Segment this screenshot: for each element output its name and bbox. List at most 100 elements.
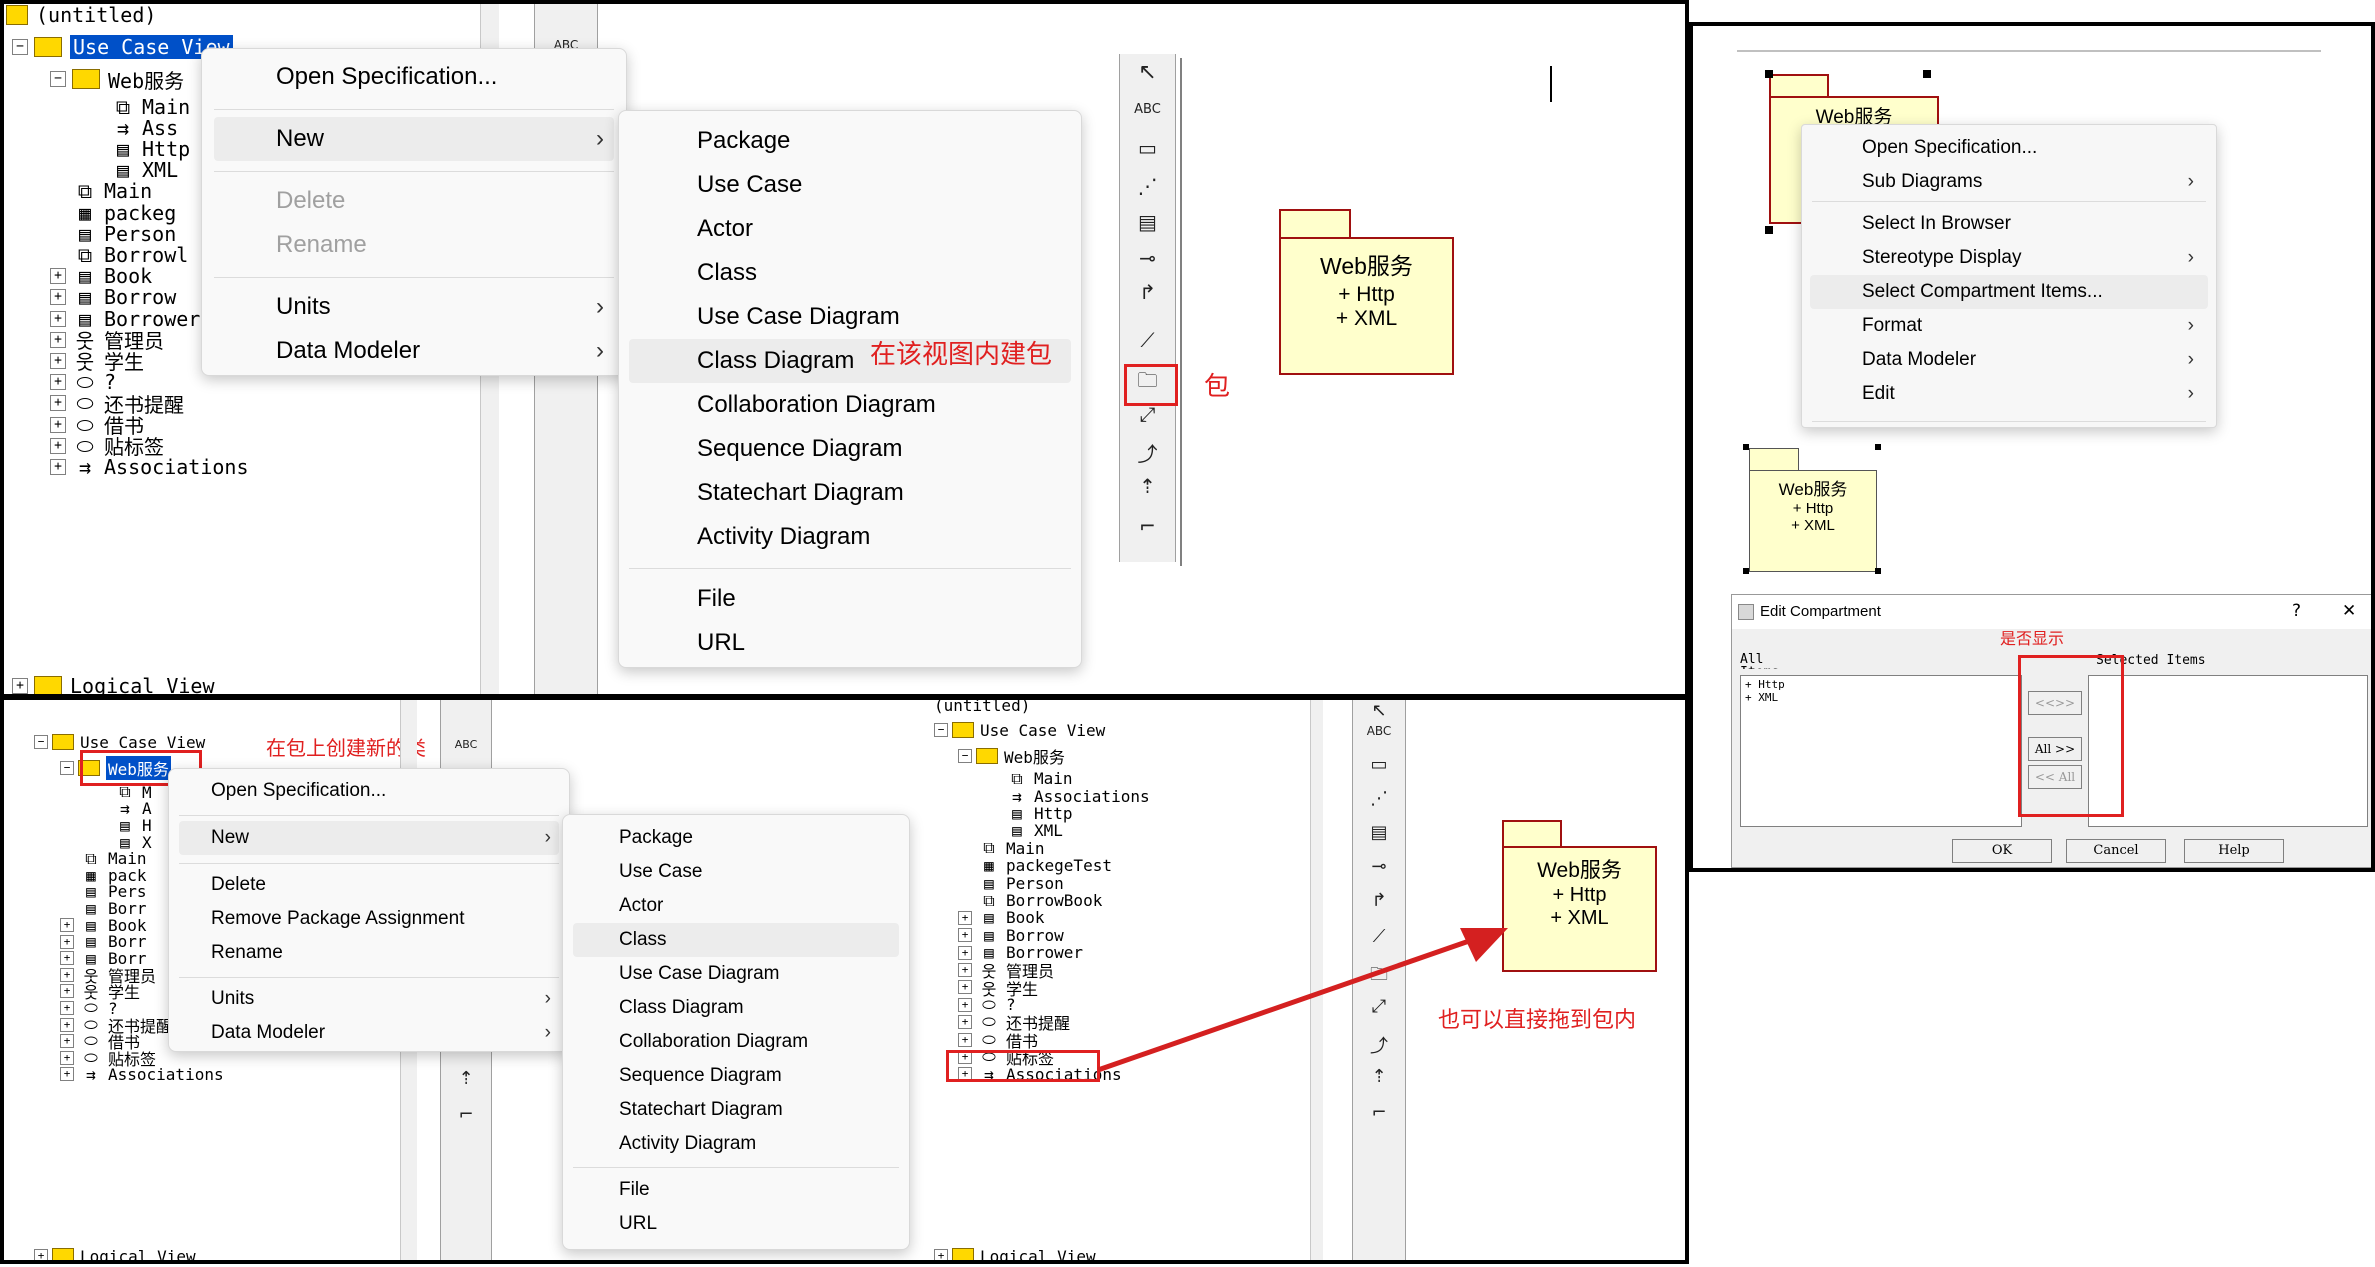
submenu-item[interactable]: Package: [619, 119, 1081, 163]
menu-delete[interactable]: Delete: [169, 869, 569, 901]
submenu-item[interactable]: Collaboration Diagram: [619, 383, 1081, 427]
submenu-item[interactable]: Use Case Diagram: [619, 295, 1081, 339]
corner-icon[interactable]: ⌐: [441, 1104, 491, 1125]
menu-units[interactable]: Units ›: [169, 983, 569, 1015]
context-menu-item[interactable]: Edit ›: [1802, 377, 2216, 411]
collapse-icon[interactable]: −: [60, 761, 74, 775]
tree-root[interactable]: (untitled): [934, 700, 1030, 715]
tree-item[interactable]: ⧉ Main: [986, 769, 1072, 789]
tree-item[interactable]: ▤ Http: [88, 137, 190, 161]
selection-handle[interactable]: [1743, 444, 1749, 450]
menu-open-specification[interactable]: Open Specification...: [169, 775, 569, 807]
tree-item[interactable]: + ▤ Book: [50, 264, 152, 288]
tree-item[interactable]: ▦ packeg: [50, 201, 176, 225]
context-menu-item[interactable]: Sub Diagrams ›: [1802, 165, 2216, 199]
submenu-item[interactable]: Class: [619, 251, 1081, 295]
tree-web-service[interactable]: − Web服务: [50, 64, 184, 94]
tree-item[interactable]: ⧉ Main: [50, 179, 152, 203]
context-menu-item[interactable]: Data Modeler ›: [1802, 343, 2216, 377]
anchor-line-icon[interactable]: ⋰: [1120, 174, 1175, 198]
submenu-item[interactable]: Sequence Diagram: [619, 427, 1081, 471]
tree-item[interactable]: ⧉ Main: [958, 838, 1044, 858]
help-icon[interactable]: ?: [2292, 601, 2301, 621]
selection-handle[interactable]: [1765, 226, 1773, 234]
menu-new[interactable]: New ›: [214, 117, 614, 161]
expand-icon[interactable]: +: [934, 1249, 948, 1260]
corner-icon[interactable]: ⌐: [1120, 514, 1175, 538]
tree-logical-view[interactable]: + Logical View: [34, 1246, 196, 1260]
expand-icon[interactable]: +: [60, 951, 74, 966]
all-items-list[interactable]: + Http + XML: [1740, 675, 2022, 827]
expand-icon[interactable]: +: [60, 1001, 74, 1016]
tree-item[interactable]: + ▤ Borr: [60, 932, 147, 951]
association-icon[interactable]: ↱: [1120, 280, 1175, 304]
tree-item[interactable]: ▤ Person: [958, 874, 1064, 893]
submenu-item[interactable]: Class: [573, 923, 899, 957]
expand-icon[interactable]: +: [958, 980, 972, 995]
expand-icon[interactable]: +: [50, 416, 66, 433]
expand-icon[interactable]: +: [50, 395, 66, 412]
tree-item[interactable]: ⧉ Borrowl: [50, 243, 188, 267]
package-element[interactable]: Web服务 + Http + XML: [1279, 209, 1454, 375]
tree-item[interactable]: ▤ Person: [50, 222, 176, 246]
tree-item[interactable]: + ▤ Book: [958, 908, 1045, 927]
expand-icon[interactable]: +: [958, 1015, 972, 1030]
realize-icon[interactable]: ⇡: [1120, 474, 1175, 498]
close-icon[interactable]: ✕: [2342, 601, 2356, 621]
tree-use-case-view[interactable]: − Use Case View: [12, 32, 233, 62]
expand-icon[interactable]: +: [60, 1050, 74, 1065]
expand-icon[interactable]: +: [12, 678, 28, 694]
selection-handle[interactable]: [1765, 70, 1773, 78]
tree-item[interactable]: ▤ XML: [88, 158, 178, 182]
expand-icon[interactable]: +: [34, 1249, 48, 1260]
expand-icon[interactable]: +: [60, 1017, 74, 1032]
expand-icon[interactable]: +: [50, 331, 66, 348]
tree-item[interactable]: ⇉ A: [94, 799, 151, 818]
tree-item[interactable]: ▤ Borr: [60, 899, 146, 918]
context-menu-item[interactable]: Select Compartment Items...: [1810, 275, 2208, 309]
context-menu-item[interactable]: Select In Browser: [1802, 207, 2216, 241]
tree-item[interactable]: ▤ XML: [986, 821, 1063, 840]
submenu-item[interactable]: Package: [563, 821, 909, 855]
tree-item[interactable]: ⧉ Main: [60, 849, 146, 869]
selection-handle[interactable]: [1875, 568, 1881, 574]
menu-new[interactable]: New ›: [179, 821, 559, 855]
note-icon[interactable]: ▭: [1353, 754, 1405, 775]
tree-item[interactable]: ⇉ Associations: [986, 787, 1149, 806]
association-icon[interactable]: ↱: [1353, 890, 1405, 911]
submenu-item[interactable]: Use Case: [619, 163, 1081, 207]
selection-handle[interactable]: [1923, 70, 1931, 78]
pointer-icon[interactable]: ↖: [1353, 700, 1405, 721]
submenu-item[interactable]: Statechart Diagram: [563, 1093, 909, 1127]
menu-rename[interactable]: Rename: [169, 937, 569, 969]
tree-item[interactable]: ▦ pack: [60, 866, 146, 885]
anchor-line-icon[interactable]: ⋰: [1353, 788, 1405, 809]
selected-items-list[interactable]: [2088, 675, 2368, 827]
tree-item[interactable]: ▤ Pers: [60, 882, 146, 901]
tree-web-service[interactable]: − Web服务: [958, 744, 1065, 768]
tree-item[interactable]: + 웃 学生: [50, 350, 144, 374]
expand-icon[interactable]: +: [50, 437, 66, 454]
tree-root[interactable]: (untitled): [4, 4, 156, 27]
context-menu-item[interactable]: Open Specification...: [1802, 131, 2216, 165]
submenu-item[interactable]: Actor: [563, 889, 909, 923]
expand-icon[interactable]: +: [50, 268, 66, 285]
expand-icon[interactable]: +: [60, 934, 74, 949]
corner-icon[interactable]: ⌐: [1353, 1102, 1405, 1123]
tree-item[interactable]: + ▤ Book: [60, 916, 147, 935]
tree-logical-view[interactable]: + Logical View: [934, 1246, 1096, 1260]
toolbar-abc[interactable]: ABC: [1353, 724, 1405, 738]
collapse-icon[interactable]: −: [12, 39, 28, 55]
help-button[interactable]: Help: [2184, 839, 2284, 863]
tree-item[interactable]: + ⬭ 贴标签: [60, 1048, 156, 1069]
menu-data-modeler[interactable]: Data Modeler ›: [202, 331, 626, 371]
tree-item[interactable]: + ⬭ 贴标签: [50, 434, 164, 459]
submenu-item[interactable]: URL: [619, 621, 1081, 665]
tree-item[interactable]: ▤ Http: [986, 804, 1072, 823]
expand-icon[interactable]: +: [50, 458, 66, 475]
interface-icon[interactable]: ⊸: [1353, 856, 1405, 877]
tree-item[interactable]: ⧉ Main: [88, 95, 190, 119]
menu-remove-package-assignment[interactable]: Remove Package Assignment: [169, 903, 569, 935]
tree-item[interactable]: ▤ H: [94, 816, 151, 835]
list-item[interactable]: + XML: [1745, 691, 2021, 704]
